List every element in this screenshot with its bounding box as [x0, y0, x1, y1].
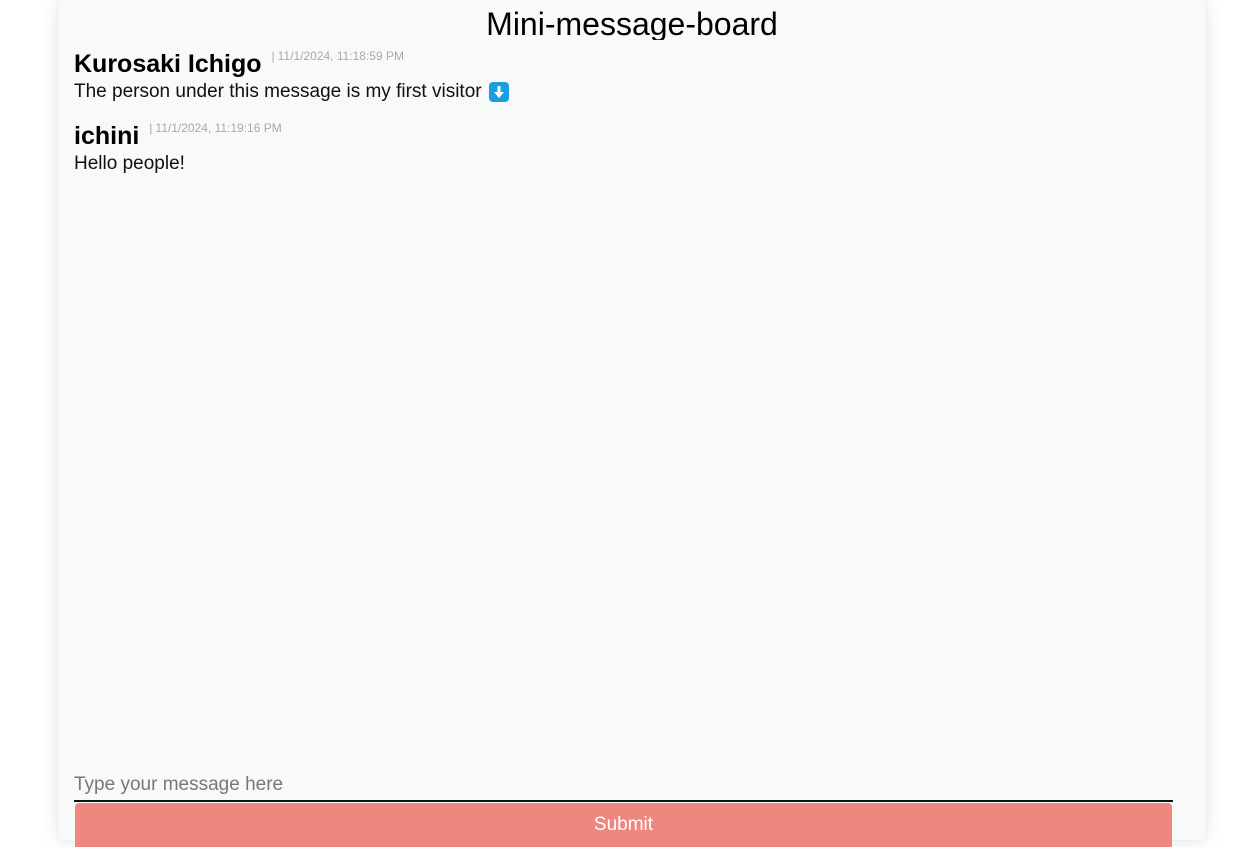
message-meta: | 11/1/2024, 11:19:16 PM [149, 120, 281, 136]
message-list: Kurosaki Ichigo | 11/1/2024, 11:18:59 PM … [74, 44, 1190, 188]
message-input[interactable] [74, 768, 1173, 802]
message-text: The person under this message is my firs… [74, 81, 482, 102]
message-form: Submit [74, 768, 1173, 847]
message-item: ichini | 11/1/2024, 11:19:16 PM Hello peo… [74, 116, 1190, 178]
message-header: ichini | 11/1/2024, 11:19:16 PM [74, 116, 1190, 150]
message-timestamp: 11/1/2024, 11:19:16 PM [155, 121, 282, 135]
meta-separator: | [271, 49, 275, 63]
message-item: Kurosaki Ichigo | 11/1/2024, 11:18:59 PM … [74, 44, 1190, 106]
message-body: Hello people! [74, 150, 1190, 178]
page-title: Mini-message-board [486, 6, 778, 40]
message-body: The person under this message is my firs… [74, 78, 1190, 106]
submit-button[interactable]: Submit [75, 803, 1172, 847]
message-header: Kurosaki Ichigo | 11/1/2024, 11:18:59 PM [74, 44, 1190, 78]
meta-separator: | [149, 121, 153, 135]
message-board-card: Mini-message-board Kurosaki Ichigo | 11/1… [59, 0, 1205, 847]
message-meta: | 11/1/2024, 11:18:59 PM [272, 48, 404, 64]
message-text: Hello people! [74, 153, 185, 174]
down-arrow-icon [488, 82, 509, 102]
message-timestamp: 11/1/2024, 11:18:59 PM [277, 49, 404, 63]
